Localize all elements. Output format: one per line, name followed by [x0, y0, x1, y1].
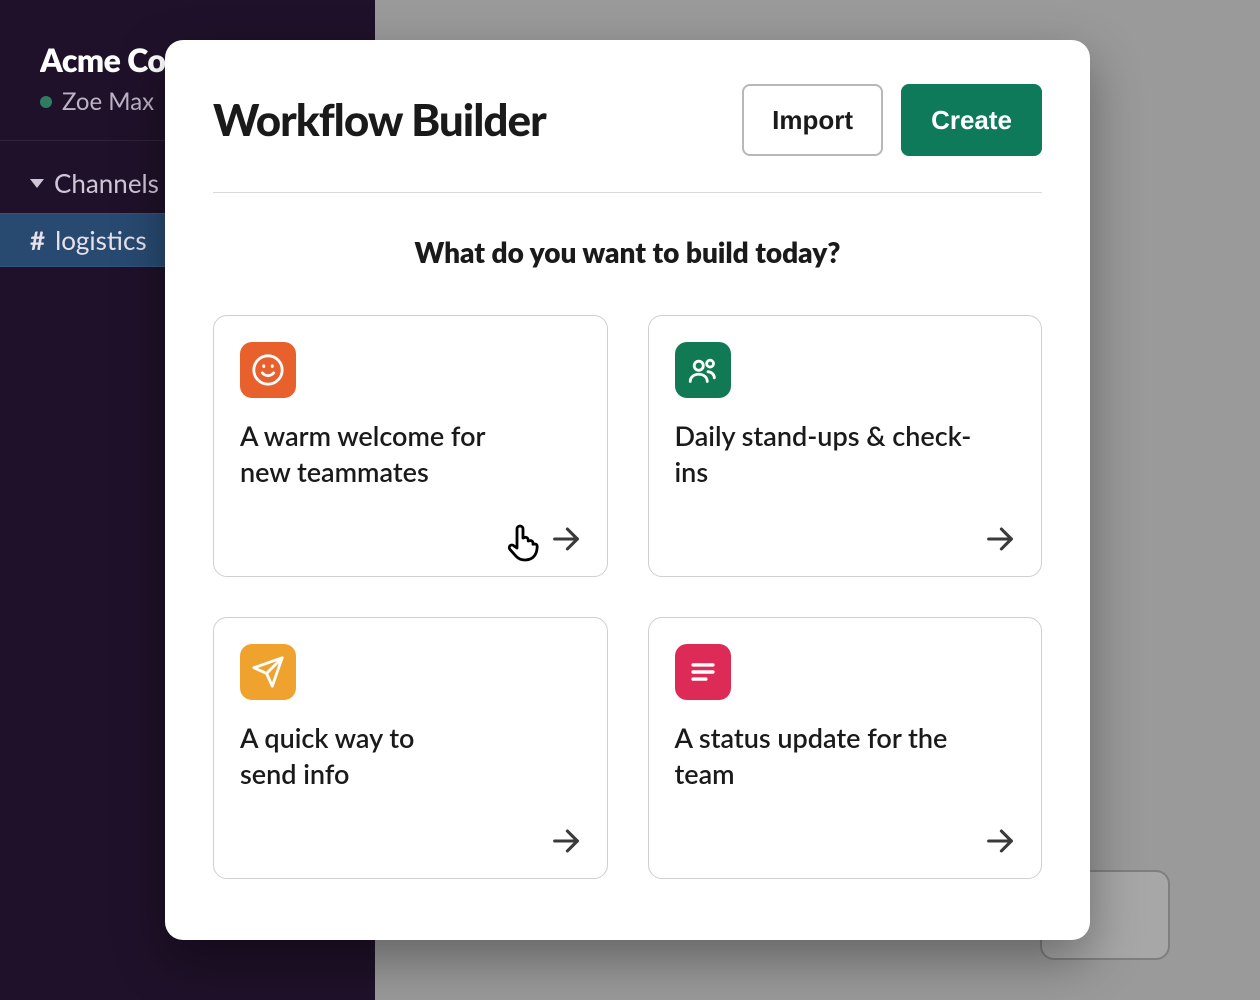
arrow-right-icon: [549, 824, 583, 858]
modal-divider: [213, 192, 1042, 193]
template-card-sendinfo[interactable]: A quick way to send info: [213, 617, 608, 879]
template-card-title: Daily stand-ups & check-ins: [675, 418, 975, 491]
arrow-right-icon: [983, 824, 1017, 858]
import-button-label: Import: [772, 105, 853, 136]
people-icon: [675, 342, 731, 398]
modal-prompt: What do you want to build today?: [213, 235, 1042, 269]
template-card-welcome[interactable]: A warm welcome for new teammates: [213, 315, 608, 577]
create-button-label: Create: [931, 105, 1012, 136]
modal-actions: Import Create: [742, 84, 1042, 156]
template-card-title: A quick way to send info: [240, 720, 460, 793]
import-button[interactable]: Import: [742, 84, 883, 156]
template-card-grid: A warm welcome for new teammates: [213, 315, 1042, 879]
channels-section-label: Channels: [54, 167, 159, 199]
caret-down-icon: [30, 179, 44, 188]
presence-indicator-icon: [40, 96, 52, 108]
channel-name-label: logistics: [55, 224, 147, 256]
arrow-right-icon: [549, 522, 583, 556]
template-card-standup[interactable]: Daily stand-ups & check-ins: [648, 315, 1043, 577]
template-card-status[interactable]: A status update for the team: [648, 617, 1043, 879]
user-name-label: Zoe Max: [62, 87, 154, 116]
modal-title: Workflow Builder: [213, 94, 546, 146]
arrow-right-icon: [983, 522, 1017, 556]
workflow-builder-modal: Workflow Builder Import Create What do y…: [165, 40, 1090, 940]
lines-icon: [675, 644, 731, 700]
hash-icon: #: [30, 224, 45, 256]
paper-plane-icon: [240, 644, 296, 700]
create-button[interactable]: Create: [901, 84, 1042, 156]
modal-header: Workflow Builder Import Create: [213, 84, 1042, 156]
template-card-title: A warm welcome for new teammates: [240, 418, 540, 491]
template-card-title: A status update for the team: [675, 720, 975, 793]
smile-icon: [240, 342, 296, 398]
pointer-cursor-icon: [499, 518, 547, 566]
